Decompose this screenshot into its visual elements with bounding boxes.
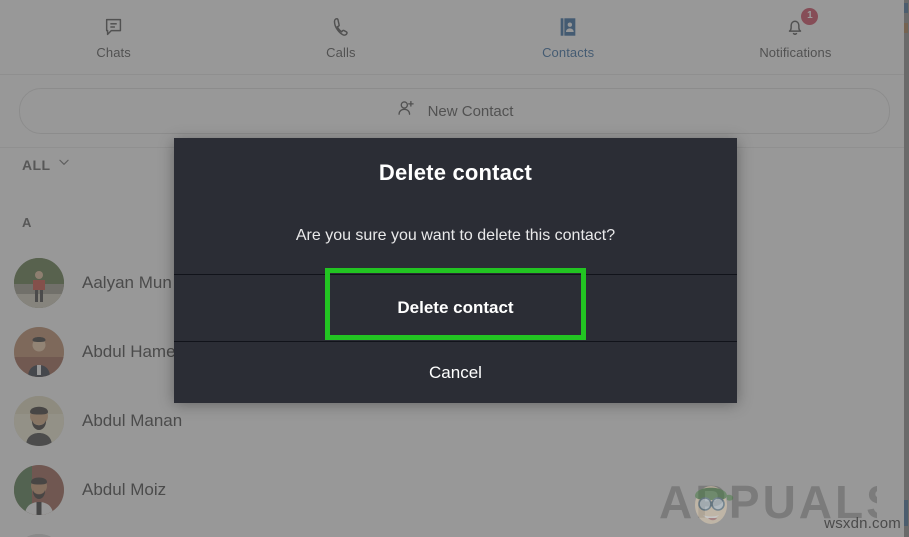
contact-name: Abdul Moiz (82, 479, 167, 499)
phone-icon (329, 15, 353, 39)
bell-icon: 1 (783, 7, 819, 39)
cancel-button[interactable]: Cancel (174, 342, 737, 403)
list-item[interactable] (0, 524, 909, 537)
contacts-book-icon (556, 15, 580, 39)
dialog-message: Are you sure you want to delete this con… (295, 227, 616, 244)
nav-label-chats: Chats (96, 44, 131, 60)
nav-item-calls[interactable]: Calls (227, 0, 454, 74)
list-section-header: A (22, 215, 32, 230)
edge-artifact-orange (904, 23, 908, 33)
avatar (14, 464, 64, 515)
avatar (14, 533, 64, 537)
chat-icon (102, 15, 126, 39)
chevron-down-icon (57, 155, 71, 174)
contact-name: Aalyan Mun (82, 272, 172, 292)
new-contact-button[interactable]: New Contact (19, 88, 890, 134)
edge-artifact-blue (904, 3, 908, 13)
confirm-delete-contact-button[interactable]: Delete contact (174, 275, 737, 342)
list-item[interactable]: Abdul Moiz (0, 455, 909, 524)
nav-label-notifications: Notifications (759, 44, 832, 60)
avatar (14, 395, 64, 446)
top-navigation-bar: Chats Calls Contacts 1 Notifications (0, 0, 909, 75)
avatar (14, 257, 64, 308)
delete-contact-dialog: Delete contact Are you sure you want to … (174, 138, 737, 403)
nav-item-notifications[interactable]: 1 Notifications (682, 0, 909, 74)
nav-item-contacts[interactable]: Contacts (455, 0, 682, 74)
nav-label-calls: Calls (326, 44, 356, 60)
dialog-actions: Delete contact Cancel (174, 274, 737, 403)
contacts-filter-dropdown[interactable]: ALL (22, 155, 71, 174)
app-window: Chats Calls Contacts 1 Notifications New… (0, 0, 909, 537)
contact-name: Abdul Hame (82, 341, 176, 361)
person-plus-icon (396, 98, 417, 124)
nav-item-chats[interactable]: Chats (0, 0, 227, 74)
window-edge-strip (904, 0, 909, 537)
dialog-title: Delete contact (378, 160, 533, 185)
avatar (14, 326, 64, 377)
new-contact-label: New Contact (427, 102, 514, 120)
edge-artifact-blue-lower (904, 500, 908, 526)
notifications-badge: 1 (801, 7, 819, 25)
contact-name: Abdul Manan (82, 410, 183, 430)
nav-label-contacts: Contacts (542, 44, 595, 60)
contacts-filter-label: ALL (22, 156, 51, 173)
